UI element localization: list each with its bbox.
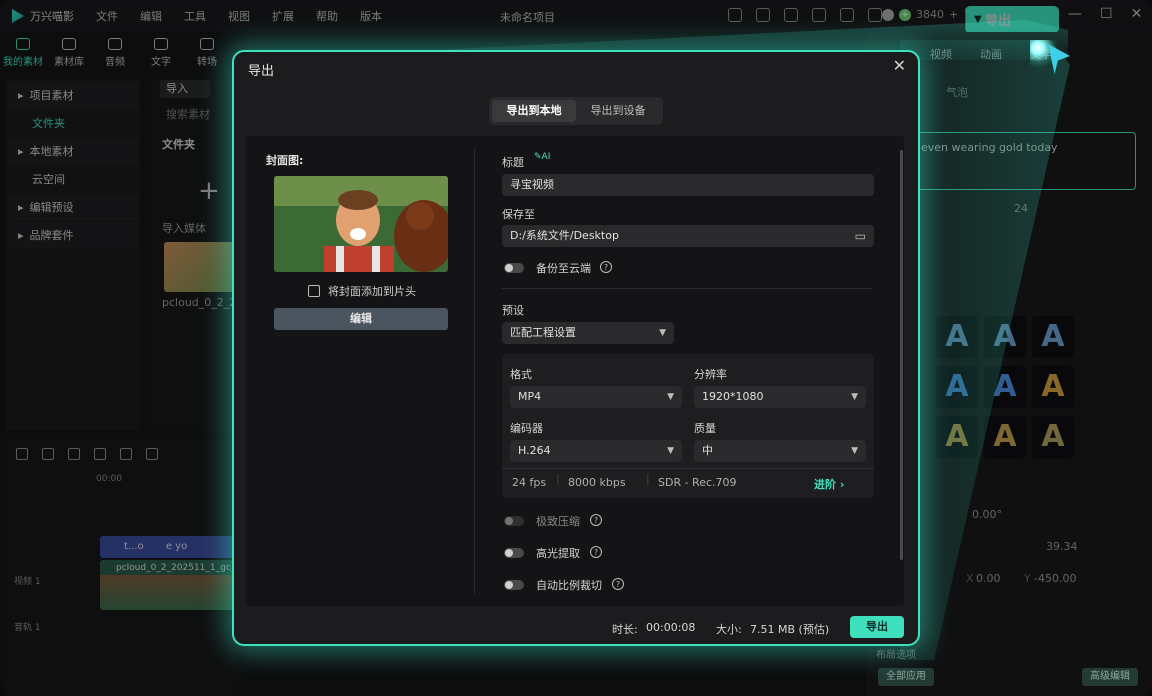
title-input[interactable]: 寻宝视频 — [502, 174, 874, 196]
quality-select[interactable]: 中 ▼ — [694, 440, 866, 462]
export-button[interactable]: 导出 — [850, 616, 904, 638]
help-icon[interactable]: ? — [590, 546, 602, 558]
resolution-select[interactable]: 1920*1080 ▼ — [694, 386, 866, 408]
chevron-down-icon: ▼ — [667, 446, 674, 456]
chevron-down-icon: ▼ — [659, 328, 666, 338]
help-icon[interactable]: ? — [612, 578, 624, 590]
fps-value: 24 fps — [512, 476, 547, 489]
extreme-compress-label: 极致压缩 — [536, 515, 580, 528]
tab-export-device[interactable]: 导出到设备 — [576, 100, 660, 122]
cover-label: 封面图: — [266, 154, 304, 167]
edit-cover-button[interactable]: 编辑 — [274, 308, 448, 330]
bitrate-value: 8000 kbps — [568, 476, 626, 489]
add-cover-label: 将封面添加到片头 — [328, 285, 416, 298]
add-cover-option[interactable]: 将封面添加到片头 — [308, 283, 416, 299]
quality-label: 质量 — [694, 422, 716, 435]
dialog-title: 导出 — [248, 64, 275, 79]
tab-export-local[interactable]: 导出到本地 — [492, 100, 576, 122]
settings-scrollbar[interactable] — [900, 150, 903, 560]
auto-crop-toggle[interactable] — [504, 580, 524, 590]
help-icon[interactable]: ? — [590, 514, 602, 526]
color-space-value: SDR - Rec.709 — [658, 476, 737, 489]
format-settings-box: 格式 MP4 ▼ 分辨率 1920*1080 ▼ 编码器 H.264 ▼ 质量 … — [502, 354, 874, 498]
app-window: 万兴喵影 文件 编辑 工具 视图 扩展 帮助 版本 未命名项目 + 3840 + — [0, 0, 1152, 696]
backup-cloud-toggle[interactable] — [504, 263, 524, 273]
preset-select[interactable]: 匹配工程设置 ▼ — [502, 322, 674, 344]
close-icon[interactable]: ✕ — [893, 56, 906, 75]
size-value: 7.51 MB (预估) — [750, 623, 830, 636]
folder-icon[interactable]: ▭ — [855, 225, 866, 247]
advanced-link[interactable]: 进阶 › — [814, 476, 844, 492]
save-path-input[interactable]: D:/系统文件/Desktop ▭ — [502, 225, 874, 247]
auto-crop-label: 自动比例裁切 — [536, 579, 602, 592]
ai-icon[interactable]: ✎AI — [534, 152, 550, 162]
help-icon[interactable]: ? — [600, 261, 612, 273]
highlight-toggle[interactable] — [504, 548, 524, 558]
title-label: 标题 — [502, 156, 524, 169]
duration-label: 时长: — [612, 623, 638, 636]
format-label: 格式 — [510, 368, 532, 381]
encoder-label: 编码器 — [510, 422, 543, 435]
add-cover-checkbox[interactable] — [308, 285, 320, 297]
resolution-label: 分辨率 — [694, 368, 727, 381]
format-select[interactable]: MP4 ▼ — [510, 386, 682, 408]
export-dialog: 导出 ✕ 导出到本地 导出到设备 封面图: 将封面添加到片头 编辑 标题 ✎AI… — [232, 50, 920, 646]
preset-label: 预设 — [502, 304, 524, 317]
save-location-label: 保存至 — [502, 208, 535, 221]
cover-illustration — [274, 176, 448, 272]
size-label: 大小: — [716, 623, 742, 636]
chevron-down-icon: ▼ — [851, 392, 858, 402]
extreme-compress-toggle[interactable] — [504, 516, 524, 526]
cover-image[interactable] — [274, 176, 448, 272]
chevron-down-icon: ▼ — [667, 392, 674, 402]
duration-value: 00:00:08 — [646, 621, 696, 634]
highlight-label: 高光提取 — [536, 547, 580, 560]
encoder-select[interactable]: H.264 ▼ — [510, 440, 682, 462]
export-target-tabs: 导出到本地 导出到设备 — [489, 97, 663, 125]
backup-cloud-label: 备份至云端 — [536, 262, 591, 275]
chevron-down-icon: ▼ — [851, 446, 858, 456]
export-settings-panel: 封面图: 将封面添加到片头 编辑 标题 ✎AI 寻宝视频 保存至 D:/系统文件… — [246, 136, 904, 606]
